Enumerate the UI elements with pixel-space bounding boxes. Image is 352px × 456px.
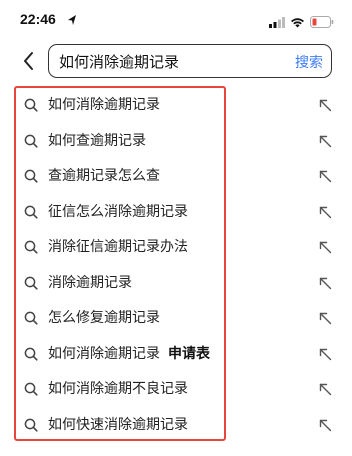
suggestion-text: 如何快速消除逾期记录 [48, 414, 188, 434]
search-icon [24, 346, 38, 361]
suggestion-label: 消除征信逾期记录办法 [48, 239, 188, 255]
search-icon [24, 239, 38, 254]
suggestion-item[interactable]: 如何消除逾期不良记录 [0, 370, 352, 406]
suggestion-item[interactable]: 征信怎么消除逾期记录 [0, 193, 352, 229]
suggestion-item[interactable]: 如何消除逾期记录 申请表 [0, 335, 352, 371]
suggestion-item[interactable]: 查逾期记录怎么查 [0, 157, 352, 193]
suggestion-item[interactable]: 消除征信逾期记录办法 [0, 228, 352, 264]
status-time: 22:46 [20, 11, 56, 27]
back-button[interactable] [20, 50, 40, 72]
wifi-icon [290, 13, 305, 32]
suggestion-list: 如何消除逾期记录 如何查逾期记录 查逾期记录怎么查征信怎么消除逾期记录 消除征信逾期记… [0, 86, 352, 441]
fill-query-arrow-icon[interactable] [319, 204, 332, 218]
suggestion-item[interactable]: 怎么修复逾期记录 [0, 299, 352, 335]
search-input[interactable] [59, 50, 269, 72]
suggestion-text: 如何消除逾期记录 [48, 94, 160, 114]
suggestion-label: 怎么修复逾期记录 [48, 310, 160, 326]
search-icon [24, 275, 38, 290]
search-box[interactable]: 搜索 [48, 44, 332, 78]
search-icon [24, 133, 38, 148]
suggestion-text: 征信怎么消除逾期记录 [48, 201, 188, 221]
status-bar: 22:46 [0, 0, 352, 38]
search-bar: 搜索 [0, 44, 352, 78]
suggestion-item[interactable]: 如何查逾期记录 [0, 122, 352, 158]
suggestion-label: 消除逾期记录 [48, 274, 132, 291]
suggestion-label: 如何快速消除逾期记录 [48, 416, 188, 433]
search-button[interactable]: 搜索 [295, 52, 323, 72]
location-arrow-icon [67, 11, 77, 30]
suggestion-label: 查逾期记录怎么查 [48, 168, 160, 184]
fill-query-arrow-icon[interactable] [319, 275, 332, 289]
search-icon [24, 310, 38, 325]
suggestion-text: 如何消除逾期不良记录 [48, 378, 188, 398]
fill-query-arrow-icon[interactable] [319, 133, 332, 147]
suggestion-item[interactable]: 如何快速消除逾期记录 [0, 406, 352, 442]
battery-low-icon [310, 13, 334, 32]
fill-query-arrow-icon[interactable] [319, 97, 332, 112]
suggestion-label: 如何消除逾期不良记录 [48, 381, 188, 397]
search-icon [24, 97, 38, 112]
suggestion-text: 查逾期记录怎么查 [48, 165, 160, 185]
suggestion-item[interactable]: 如何消除逾期记录 [0, 86, 352, 122]
signal-icon [269, 13, 285, 32]
suggestion-label: 如何查逾期记录 [48, 132, 146, 149]
fill-query-arrow-icon[interactable] [319, 381, 332, 396]
fill-query-arrow-icon[interactable] [319, 310, 332, 325]
fill-query-arrow-icon[interactable] [319, 168, 332, 183]
suggestion-item[interactable]: 消除逾期记录 [0, 264, 352, 300]
suggestion-text: 消除征信逾期记录办法 [48, 236, 188, 256]
suggestion-label: 征信怎么消除逾期记录 [48, 203, 188, 220]
status-icons [269, 13, 334, 32]
fill-query-arrow-icon[interactable] [319, 346, 332, 360]
search-icon [24, 204, 38, 219]
suggestion-text: 如何查逾期记录 [48, 130, 146, 150]
suggestion-label: 如何消除逾期记录 [48, 345, 160, 362]
chevron-left-icon [24, 52, 33, 70]
suggestion-suffix: 申请表 [168, 345, 210, 362]
suggestion-text: 消除逾期记录 [48, 272, 132, 292]
fill-query-arrow-icon[interactable] [319, 417, 332, 431]
suggestion-text: 怎么修复逾期记录 [48, 307, 160, 327]
search-icon [24, 417, 38, 432]
fill-query-arrow-icon[interactable] [319, 239, 332, 254]
suggestion-label: 如何消除逾期记录 [48, 97, 160, 113]
suggestion-text: 如何消除逾期记录 申请表 [48, 343, 210, 363]
search-icon [24, 381, 38, 396]
search-icon [24, 168, 38, 183]
